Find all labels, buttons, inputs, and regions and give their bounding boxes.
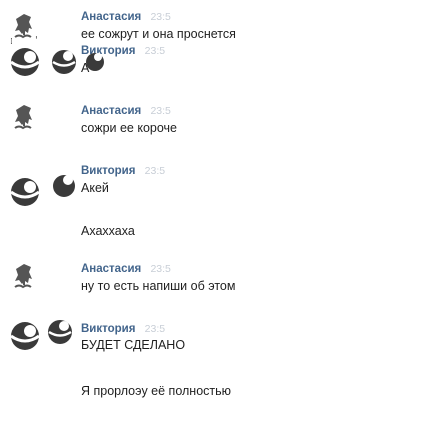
author-name[interactable]: Анастасия: [81, 263, 141, 275]
avatar[interactable]: [5, 99, 45, 139]
message-text: сожри ее короче: [81, 121, 178, 135]
message-time[interactable]: 23:5: [145, 45, 165, 57]
avatar[interactable]: [5, 258, 45, 298]
message-text: ее сожрут и она проснется: [81, 27, 236, 41]
author-name[interactable]: Виктория: [81, 165, 135, 177]
anastasia-avatar-icon: [14, 105, 32, 130]
anastasia-avatar-icon: [14, 264, 32, 289]
message-meta: Анастасия 23:5: [81, 262, 171, 276]
sticker-row: [46, 312, 76, 357]
viktoria-avatar-icon: [10, 178, 40, 206]
message-time[interactable]: 23:5: [145, 323, 165, 335]
message-text: Акей: [81, 181, 109, 195]
avatar[interactable]: [5, 316, 45, 356]
author-name[interactable]: Анастасия: [81, 105, 141, 117]
message-text: ну то есть напиши об этом: [81, 279, 236, 293]
sticker-row: [50, 44, 110, 85]
message-text: Ахаххаха: [81, 224, 135, 238]
avatar[interactable]: [5, 172, 45, 212]
message-meta: Анастасия 23:5: [81, 104, 171, 118]
message-time[interactable]: 23:5: [150, 105, 170, 117]
viktoria-avatar-icon: [10, 48, 40, 76]
message-meta: Виктория 23:5: [81, 322, 165, 336]
message-meta: Виктория 23:5: [81, 164, 165, 178]
message-text: БУДЕТ СДЕЛАНО: [81, 338, 186, 352]
message-time[interactable]: 23:5: [145, 165, 165, 177]
sticker-icon: [52, 50, 104, 74]
sticker-icon: [53, 175, 75, 197]
sticker-row: [50, 168, 80, 209]
sticker-icon: [48, 320, 72, 344]
message-text: Я прорлоэу её полностью: [81, 384, 232, 398]
author-name[interactable]: Виктория: [81, 323, 135, 335]
chat-history: ⁞ ' Анастасия 23:5 ее сожрут и она просн…: [0, 0, 446, 442]
avatar[interactable]: [5, 42, 45, 82]
author-name[interactable]: Анастасия: [81, 11, 141, 23]
message-meta: Анастасия 23:5: [81, 10, 171, 24]
message-time[interactable]: 23:5: [150, 263, 170, 275]
message-time[interactable]: 23:5: [150, 11, 170, 23]
viktoria-avatar-icon: [10, 322, 40, 350]
